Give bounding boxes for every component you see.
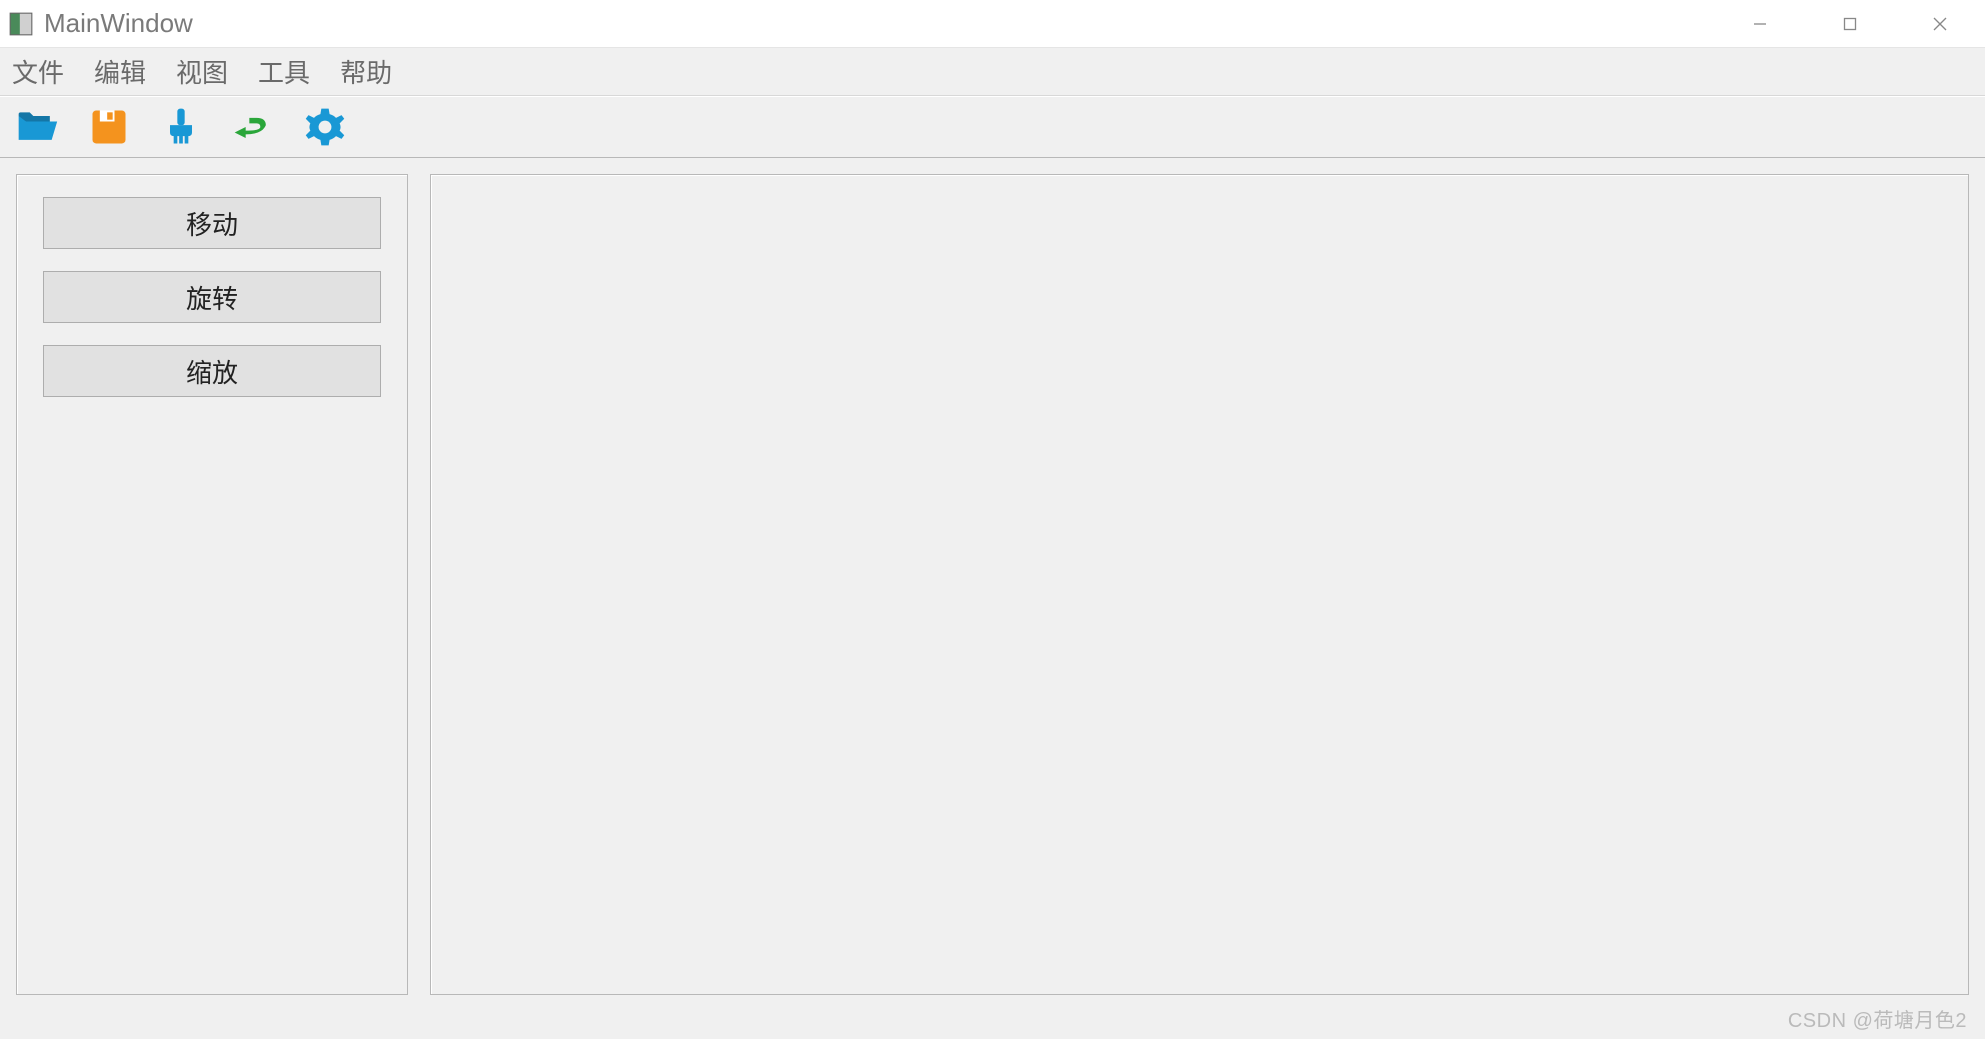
move-button[interactable]: 移动 <box>43 197 381 249</box>
undo-icon[interactable] <box>230 104 276 150</box>
watermark: CSDN @荷塘月色2 <box>1788 1004 1967 1033</box>
main-panel <box>430 174 1969 995</box>
scale-button[interactable]: 缩放 <box>43 345 381 397</box>
menu-view[interactable]: 视图 <box>176 53 228 90</box>
maximize-button[interactable] <box>1805 0 1895 47</box>
titlebar: MainWindow <box>0 0 1985 48</box>
content-area: 移动 旋转 缩放 <box>0 158 1985 1011</box>
close-button[interactable] <box>1895 0 1985 47</box>
rotate-button[interactable]: 旋转 <box>43 271 381 323</box>
settings-icon[interactable] <box>302 104 348 150</box>
menu-help[interactable]: 帮助 <box>340 53 392 90</box>
toolbar <box>0 96 1985 158</box>
window-controls <box>1715 0 1985 47</box>
minimize-button[interactable] <box>1715 0 1805 47</box>
window-title: MainWindow <box>44 8 193 39</box>
menubar: 文件 编辑 视图 工具 帮助 <box>0 48 1985 96</box>
folder-open-icon[interactable] <box>14 104 60 150</box>
menu-edit[interactable]: 编辑 <box>94 53 146 90</box>
menu-tools[interactable]: 工具 <box>258 53 310 90</box>
side-panel: 移动 旋转 缩放 <box>16 174 408 995</box>
brush-icon[interactable] <box>158 104 204 150</box>
app-icon <box>8 11 34 37</box>
save-icon[interactable] <box>86 104 132 150</box>
menu-file[interactable]: 文件 <box>12 53 64 90</box>
